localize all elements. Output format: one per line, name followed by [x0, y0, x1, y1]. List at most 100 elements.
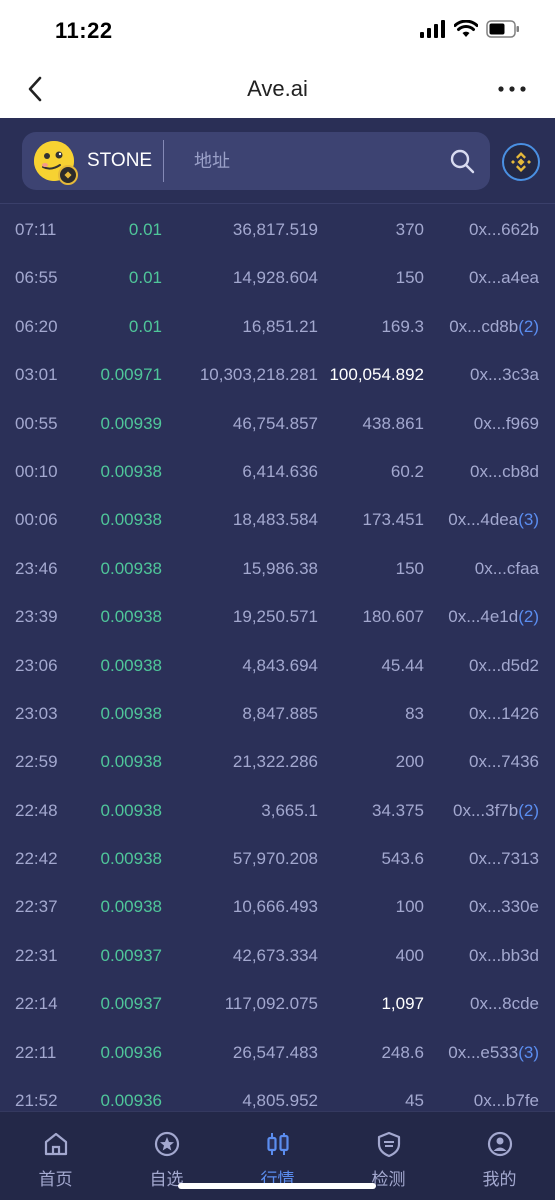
trade-address[interactable]: 0x...b7fe: [474, 1091, 539, 1111]
trade-row[interactable]: 22:14 0.00937 117,092.075 1,097 0x...8cde: [0, 979, 555, 1027]
trade-address[interactable]: 0x...7313: [469, 849, 539, 869]
trade-row[interactable]: 22:31 0.00937 42,673.334 400 0x...bb3d: [0, 931, 555, 979]
trade-address[interactable]: 0x...f969: [474, 414, 539, 434]
status-icons: [420, 20, 520, 38]
trade-row[interactable]: 23:39 0.00938 19,250.571 180.607 0x...4e1d(2…: [0, 592, 555, 640]
trade-value: 100: [395, 897, 424, 917]
tab-home[interactable]: 首页: [0, 1112, 111, 1200]
trade-row[interactable]: 22:48 0.00938 3,665.1 34.375 0x...3f7b(2): [0, 786, 555, 834]
trade-address[interactable]: 0x...8cde: [470, 994, 539, 1014]
trade-address-text: 0x...7313: [469, 849, 539, 869]
address-search-input[interactable]: [182, 142, 442, 180]
trade-time: 00:10: [15, 461, 58, 481]
trade-address-text: 0x...7436: [469, 752, 539, 772]
trade-row[interactable]: 23:06 0.00938 4,843.694 45.44 0x...d5d2: [0, 641, 555, 689]
trade-row[interactable]: 22:42 0.00938 57,970.208 543.6 0x...7313: [0, 834, 555, 882]
tab-label: 首页: [38, 1170, 73, 1189]
trade-address-text: 0x...1426: [469, 703, 539, 723]
trade-address[interactable]: 0x...1426: [469, 704, 539, 724]
trade-address[interactable]: 0x...d5d2: [469, 656, 539, 676]
trade-address[interactable]: 0x...cb8d: [470, 462, 539, 482]
trade-price: 0.01: [128, 220, 162, 239]
token-symbol[interactable]: STONE: [87, 150, 152, 172]
trade-amount: 26,547.483: [232, 1042, 318, 1062]
trade-time: 22:14: [15, 994, 58, 1014]
trade-time: 00:55: [15, 413, 58, 433]
trade-address-text: 0x...3c3a: [470, 365, 539, 385]
trade-amount: 4,805.952: [242, 1091, 318, 1111]
trade-amount: 57,970.208: [232, 849, 318, 869]
trade-time: 06:20: [15, 316, 58, 336]
trade-address[interactable]: 0x...e533(3): [448, 1043, 539, 1063]
search-icon[interactable]: [448, 147, 476, 175]
trade-row[interactable]: 22:59 0.00938 21,322.286 200 0x...7436: [0, 737, 555, 785]
trade-time: 07:11: [15, 220, 57, 239]
trade-count-badge: (3): [518, 1042, 539, 1062]
trade-value: 543.6: [381, 849, 424, 869]
trade-row[interactable]: 00:10 0.00938 6,414.636 60.2 0x...cb8d: [0, 447, 555, 495]
trade-address[interactable]: 0x...4dea(3): [448, 510, 539, 530]
trade-count-badge: (3): [518, 510, 539, 530]
trade-row[interactable]: 23:03 0.00938 8,847.885 83 0x...1426: [0, 689, 555, 737]
trade-amount: 21,322.286: [232, 752, 318, 772]
trade-amount: 19,250.571: [232, 607, 318, 627]
trade-row[interactable]: 00:55 0.00939 46,754.857 438.861 0x...f969: [0, 399, 555, 447]
trade-time: 03:01: [15, 365, 58, 385]
trade-row[interactable]: 22:11 0.00936 26,547.483 248.6 0x...e533(3): [0, 1028, 555, 1076]
trade-amount: 18,483.584: [232, 510, 318, 530]
trade-address[interactable]: 0x...330e: [469, 897, 539, 917]
trade-address[interactable]: 0x...cd8b(2): [449, 317, 539, 337]
trade-time: 23:39: [15, 607, 58, 627]
trade-amount: 14,928.604: [232, 268, 318, 288]
shield-icon: [377, 1131, 400, 1158]
trade-value: 173.451: [362, 510, 424, 530]
token-avatar[interactable]: [34, 141, 78, 185]
trade-address[interactable]: 0x...7436: [469, 752, 539, 772]
candlestick-icon: [266, 1133, 289, 1155]
trade-address[interactable]: 0x...cfaa: [475, 559, 539, 579]
trade-row[interactable]: 03:01 0.00971 10,303,218.281 100,054.892 0x.…: [0, 350, 555, 398]
trade-row[interactable]: 21:52 0.00936 4,805.952 45 0x...b7fe: [0, 1076, 555, 1111]
trade-value: 150: [395, 268, 424, 288]
trade-amount: 15,986.38: [242, 558, 318, 578]
trade-address[interactable]: 0x...bb3d: [469, 946, 539, 966]
trade-price: 0.00937: [100, 994, 162, 1014]
trade-address[interactable]: 0x...662b: [469, 220, 539, 240]
trade-address-text: 0x...4e1d: [448, 607, 519, 627]
trade-amount: 6,414.636: [242, 461, 318, 481]
trade-amount: 3,665.1: [261, 800, 318, 820]
trade-row[interactable]: 00:06 0.00938 18,483.584 173.451 0x...4dea(3…: [0, 495, 555, 543]
trade-row[interactable]: 06:55 0.01 14,928.604 150 0x...a4ea: [0, 253, 555, 301]
trade-value: 169.3: [381, 316, 424, 336]
battery-icon: [486, 20, 519, 38]
tab-mine[interactable]: 我的: [444, 1112, 555, 1200]
trade-price: 0.00938: [100, 607, 162, 627]
trade-value: 370: [395, 220, 424, 239]
trade-time: 00:06: [15, 510, 58, 530]
trade-row[interactable]: 22:37 0.00938 10,666.493 100 0x...330e: [0, 882, 555, 930]
trade-address[interactable]: 0x...3f7b(2): [453, 801, 539, 821]
trade-address-text: 0x...8cde: [470, 994, 539, 1014]
trade-row[interactable]: 06:20 0.01 16,851.21 169.3 0x...cd8b(2): [0, 302, 555, 350]
trade-time: 22:31: [15, 945, 58, 965]
trade-count-badge: (2): [518, 607, 539, 627]
trade-address-text: 0x...4dea: [448, 510, 519, 530]
trade-row[interactable]: 23:46 0.00938 15,986.38 150 0x...cfaa: [0, 544, 555, 592]
more-options-icon[interactable]: [497, 82, 527, 96]
page-title: Ave.ai: [247, 76, 308, 101]
trade-value: 438.861: [362, 413, 424, 433]
trade-time: 22:59: [15, 752, 58, 772]
trade-list[interactable]: 07:11 0.01 36,817.519 370 0x...662b 06:55 0.01…: [0, 205, 555, 1111]
trade-time: 22:11: [15, 1042, 57, 1062]
trade-row[interactable]: 07:11 0.01 36,817.519 370 0x...662b: [0, 205, 555, 253]
trade-address[interactable]: 0x...a4ea: [469, 268, 539, 288]
tab-label: 我的: [482, 1170, 517, 1189]
trade-amount: 4,843.694: [242, 655, 318, 675]
trade-price: 0.00938: [100, 849, 162, 869]
trade-price: 0.01: [128, 316, 162, 336]
trade-amount: 46,754.857: [232, 413, 318, 433]
chain-switch-button[interactable]: [502, 143, 540, 181]
user-icon: [487, 1131, 512, 1157]
trade-address[interactable]: 0x...3c3a: [470, 365, 539, 385]
trade-address[interactable]: 0x...4e1d(2): [448, 607, 539, 627]
